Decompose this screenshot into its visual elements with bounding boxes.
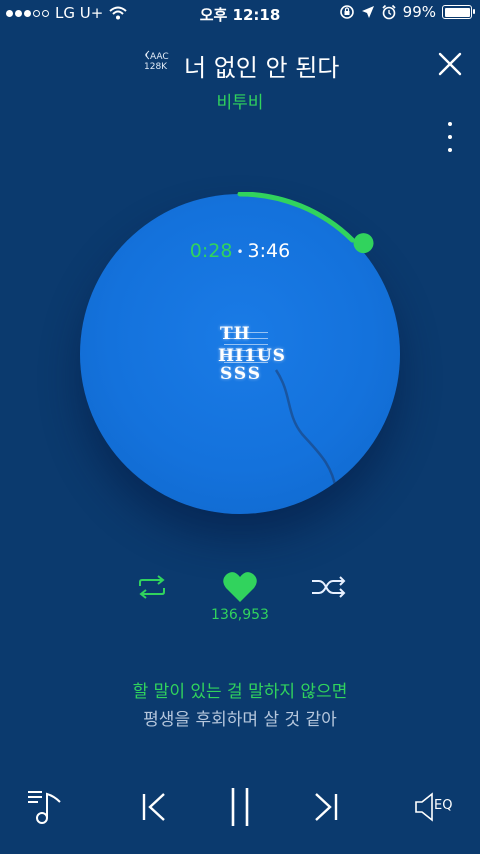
more-options-icon[interactable] bbox=[440, 122, 460, 152]
repeat-icon[interactable] bbox=[134, 574, 170, 600]
heart-icon[interactable] bbox=[222, 570, 258, 604]
equalizer-button[interactable]: EQ bbox=[414, 792, 462, 822]
audio-quality-badge: AAC 128K bbox=[144, 50, 169, 72]
eq-label: EQ bbox=[434, 798, 453, 813]
location-icon bbox=[361, 6, 374, 18]
alarm-icon bbox=[382, 4, 396, 20]
lyric-next-line[interactable]: 평생을 후회하며 살 것 같아 bbox=[0, 705, 480, 730]
song-title: 너 없인 안 된다 bbox=[184, 54, 340, 82]
time-separator: • bbox=[236, 244, 244, 259]
playlist-icon[interactable] bbox=[26, 786, 66, 826]
progress-arc bbox=[237, 192, 355, 243]
status-right: 99% bbox=[339, 3, 475, 21]
battery-icon bbox=[442, 5, 475, 19]
total-time: 3:46 bbox=[247, 240, 291, 262]
time-display: 0:28 • 3:46 bbox=[78, 240, 402, 262]
lyric-current-line[interactable]: 할 말이 있는 걸 말하지 않으면 bbox=[0, 677, 480, 702]
artist-name[interactable]: 비투비 bbox=[0, 88, 480, 113]
pause-icon[interactable] bbox=[224, 786, 256, 828]
close-icon[interactable] bbox=[436, 50, 464, 78]
like-count: 136,953 bbox=[211, 607, 269, 623]
rotation-lock-icon bbox=[339, 5, 354, 19]
battery-percent: 99% bbox=[402, 3, 436, 21]
quality-bitrate: 128K bbox=[144, 62, 168, 72]
previous-track-icon[interactable] bbox=[138, 790, 170, 824]
shuffle-icon[interactable] bbox=[310, 574, 348, 600]
now-playing-disc: TH HI1US SSS 0:28 • 3:46 bbox=[78, 192, 402, 516]
current-time: 0:28 bbox=[189, 240, 233, 262]
status-bar: LG U+ 오후 12:18 99% bbox=[0, 0, 480, 28]
signal-wave-icon bbox=[145, 50, 150, 60]
speaker-icon bbox=[415, 792, 433, 822]
next-track-icon[interactable] bbox=[310, 790, 342, 824]
